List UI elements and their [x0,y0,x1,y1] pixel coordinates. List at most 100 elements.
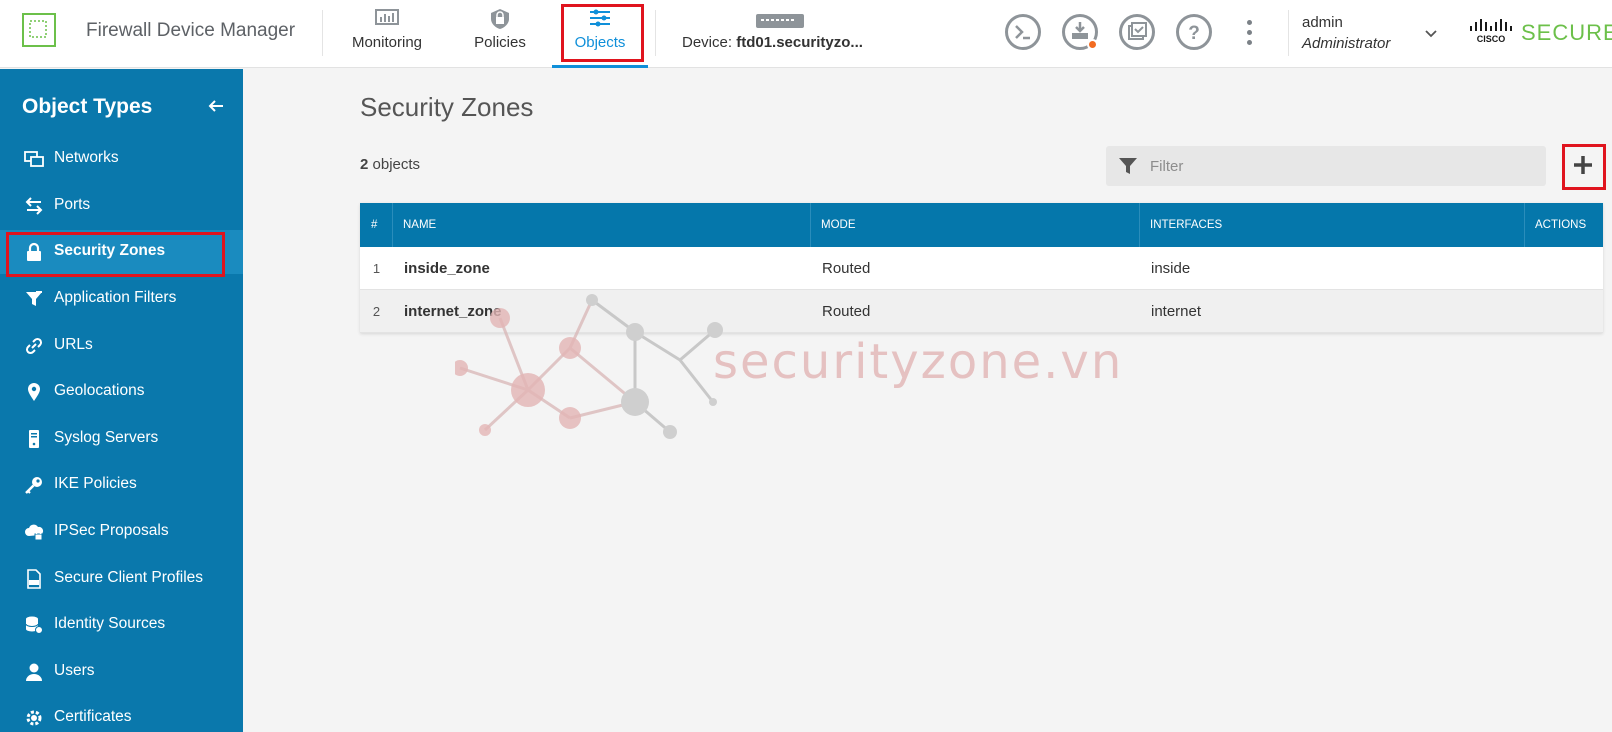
link-icon [24,336,44,356]
user-icon [24,662,44,682]
terminal-icon [1015,25,1030,40]
networks-icon [24,149,44,169]
policies-icon [489,8,511,35]
highlight-box-objects [561,4,644,62]
cisco-logo: CISCO [1467,18,1517,48]
device-icon [755,12,805,35]
cli-console-button[interactable] [1005,14,1041,50]
sidebar-item-label: Users [54,662,95,679]
filter-input[interactable] [1150,154,1530,178]
sidebar-item-identity-sources[interactable]: Identity Sources [0,603,243,647]
secure-wordmark: SECURE [1521,20,1612,45]
sidebar-item-label: IPSec Proposals [54,522,169,539]
application-filters-icon [24,289,44,309]
app-title: Firewall Device Manager [86,20,296,41]
database-icon [24,615,44,635]
column-header-name[interactable]: NAME [393,203,811,247]
sidebar-item-label: Certificates [54,708,132,725]
svg-text:?: ? [1188,23,1200,44]
filter-field[interactable] [1106,146,1546,186]
sidebar-item-ipsec-proposals[interactable]: IPSec Proposals [0,510,243,554]
gear-icon [24,708,44,728]
sidebar-item-label: Application Filters [54,289,177,306]
zone-interfaces: inside [1151,260,1191,277]
page-title: Security Zones [360,92,534,122]
user-menu[interactable]: admin Administrator [1302,14,1390,52]
sidebar-item-label: Secure Client Profiles [54,569,204,586]
server-icon [24,429,44,449]
watermark-text: securityzone.vn [713,334,1123,390]
pending-changes-dot [1087,39,1098,50]
deploy-changes-button[interactable] [1062,14,1098,50]
chevron-down-icon[interactable] [1424,24,1438,43]
active-tab-indicator [552,65,648,68]
cisco-wordmark: CISCO [1477,34,1506,44]
sidebar-item-label: Geolocations [54,382,145,399]
table-header: # NAME MODE INTERFACES ACTIONS [360,203,1603,247]
column-header-interfaces[interactable]: INTERFACES [1140,203,1525,247]
user-role: Administrator [1302,35,1391,52]
location-pin-icon [24,382,44,402]
help-button[interactable]: ? [1176,14,1212,50]
header-divider [322,10,323,56]
sidebar-item-geolocations[interactable]: Geolocations [0,370,243,414]
user-name: admin [1302,14,1343,31]
sidebar-item-label: Identity Sources [54,615,166,632]
highlight-box-security-zones [6,232,225,277]
header-divider [1288,10,1289,56]
zone-mode: Routed [822,303,871,320]
sidebar-title: Object Types [22,95,153,118]
sidebar-item-syslog-servers[interactable]: Syslog Servers [0,417,243,461]
tasks-button[interactable] [1119,14,1155,50]
nav-monitoring[interactable]: Monitoring [342,0,432,68]
row-number: 1 [372,261,381,276]
xml-file-icon [24,569,44,589]
highlight-box-add-button [1562,144,1606,190]
tasks-icon [1128,22,1147,40]
ports-icon [24,196,44,216]
device-selector[interactable]: Device: ftd01.securityzo... [680,0,880,68]
device-prefix: Device: [682,34,733,51]
column-header-mode[interactable]: MODE [811,203,1140,247]
zone-name[interactable]: inside_zone [393,247,490,290]
sidebar-item-label: URLs [54,336,93,353]
table-row[interactable]: 2 internet_zone Routed internet [360,290,1603,333]
sidebar-item-secure-client-profiles[interactable]: Secure Client Profiles [0,557,243,601]
sidebar-item-networks[interactable]: Networks [0,137,243,181]
row-number: 2 [372,304,381,319]
device-label: Device: ftd01.securityzo... [682,34,863,51]
key-icon [24,475,44,495]
header-divider [655,10,656,56]
monitoring-icon [375,8,399,33]
collapse-arrow-icon[interactable] [208,99,224,118]
sidebar-item-ports[interactable]: Ports [0,184,243,228]
table-row[interactable]: 1 inside_zone Routed inside [360,247,1603,290]
help-icon: ? [1188,23,1200,44]
zone-mode: Routed [822,260,871,277]
object-count-suffix: objects [372,156,421,173]
column-header-actions: ACTIONS [1535,219,1587,231]
security-zones-table: # NAME MODE INTERFACES ACTIONS 1 inside_… [360,203,1603,333]
cloud-lock-icon [24,522,44,542]
sidebar-item-application-filters[interactable]: Application Filters [0,277,243,321]
object-count: 2 objects [360,156,420,173]
object-count-number: 2 [360,156,369,173]
sidebar-item-users[interactable]: Users [0,650,243,694]
nav-label: Monitoring [351,34,423,51]
sidebar-item-label: IKE Policies [54,475,137,492]
column-header-number: # [360,203,393,247]
sidebar-item-label: Networks [54,149,119,166]
sidebar-item-urls[interactable]: URLs [0,324,243,368]
sidebar-item-ike-policies[interactable]: IKE Policies [0,463,243,507]
sidebar-item-certificates[interactable]: Certificates [0,696,243,732]
zone-name[interactable]: internet_zone [393,290,502,333]
sidebar-item-label: Syslog Servers [54,429,159,446]
nav-label: Policies [474,34,526,51]
nav-policies[interactable]: Policies [455,0,545,68]
sidebar-item-label: Ports [54,196,91,213]
more-options-icon[interactable] [1247,20,1253,46]
object-types-sidebar: Object Types Networks Ports Security Zon… [0,69,243,732]
top-header: Firewall Device Manager Monitoring Polic… [0,0,1612,68]
fdm-logo-icon [20,11,60,51]
filter-funnel-icon [1118,157,1138,179]
